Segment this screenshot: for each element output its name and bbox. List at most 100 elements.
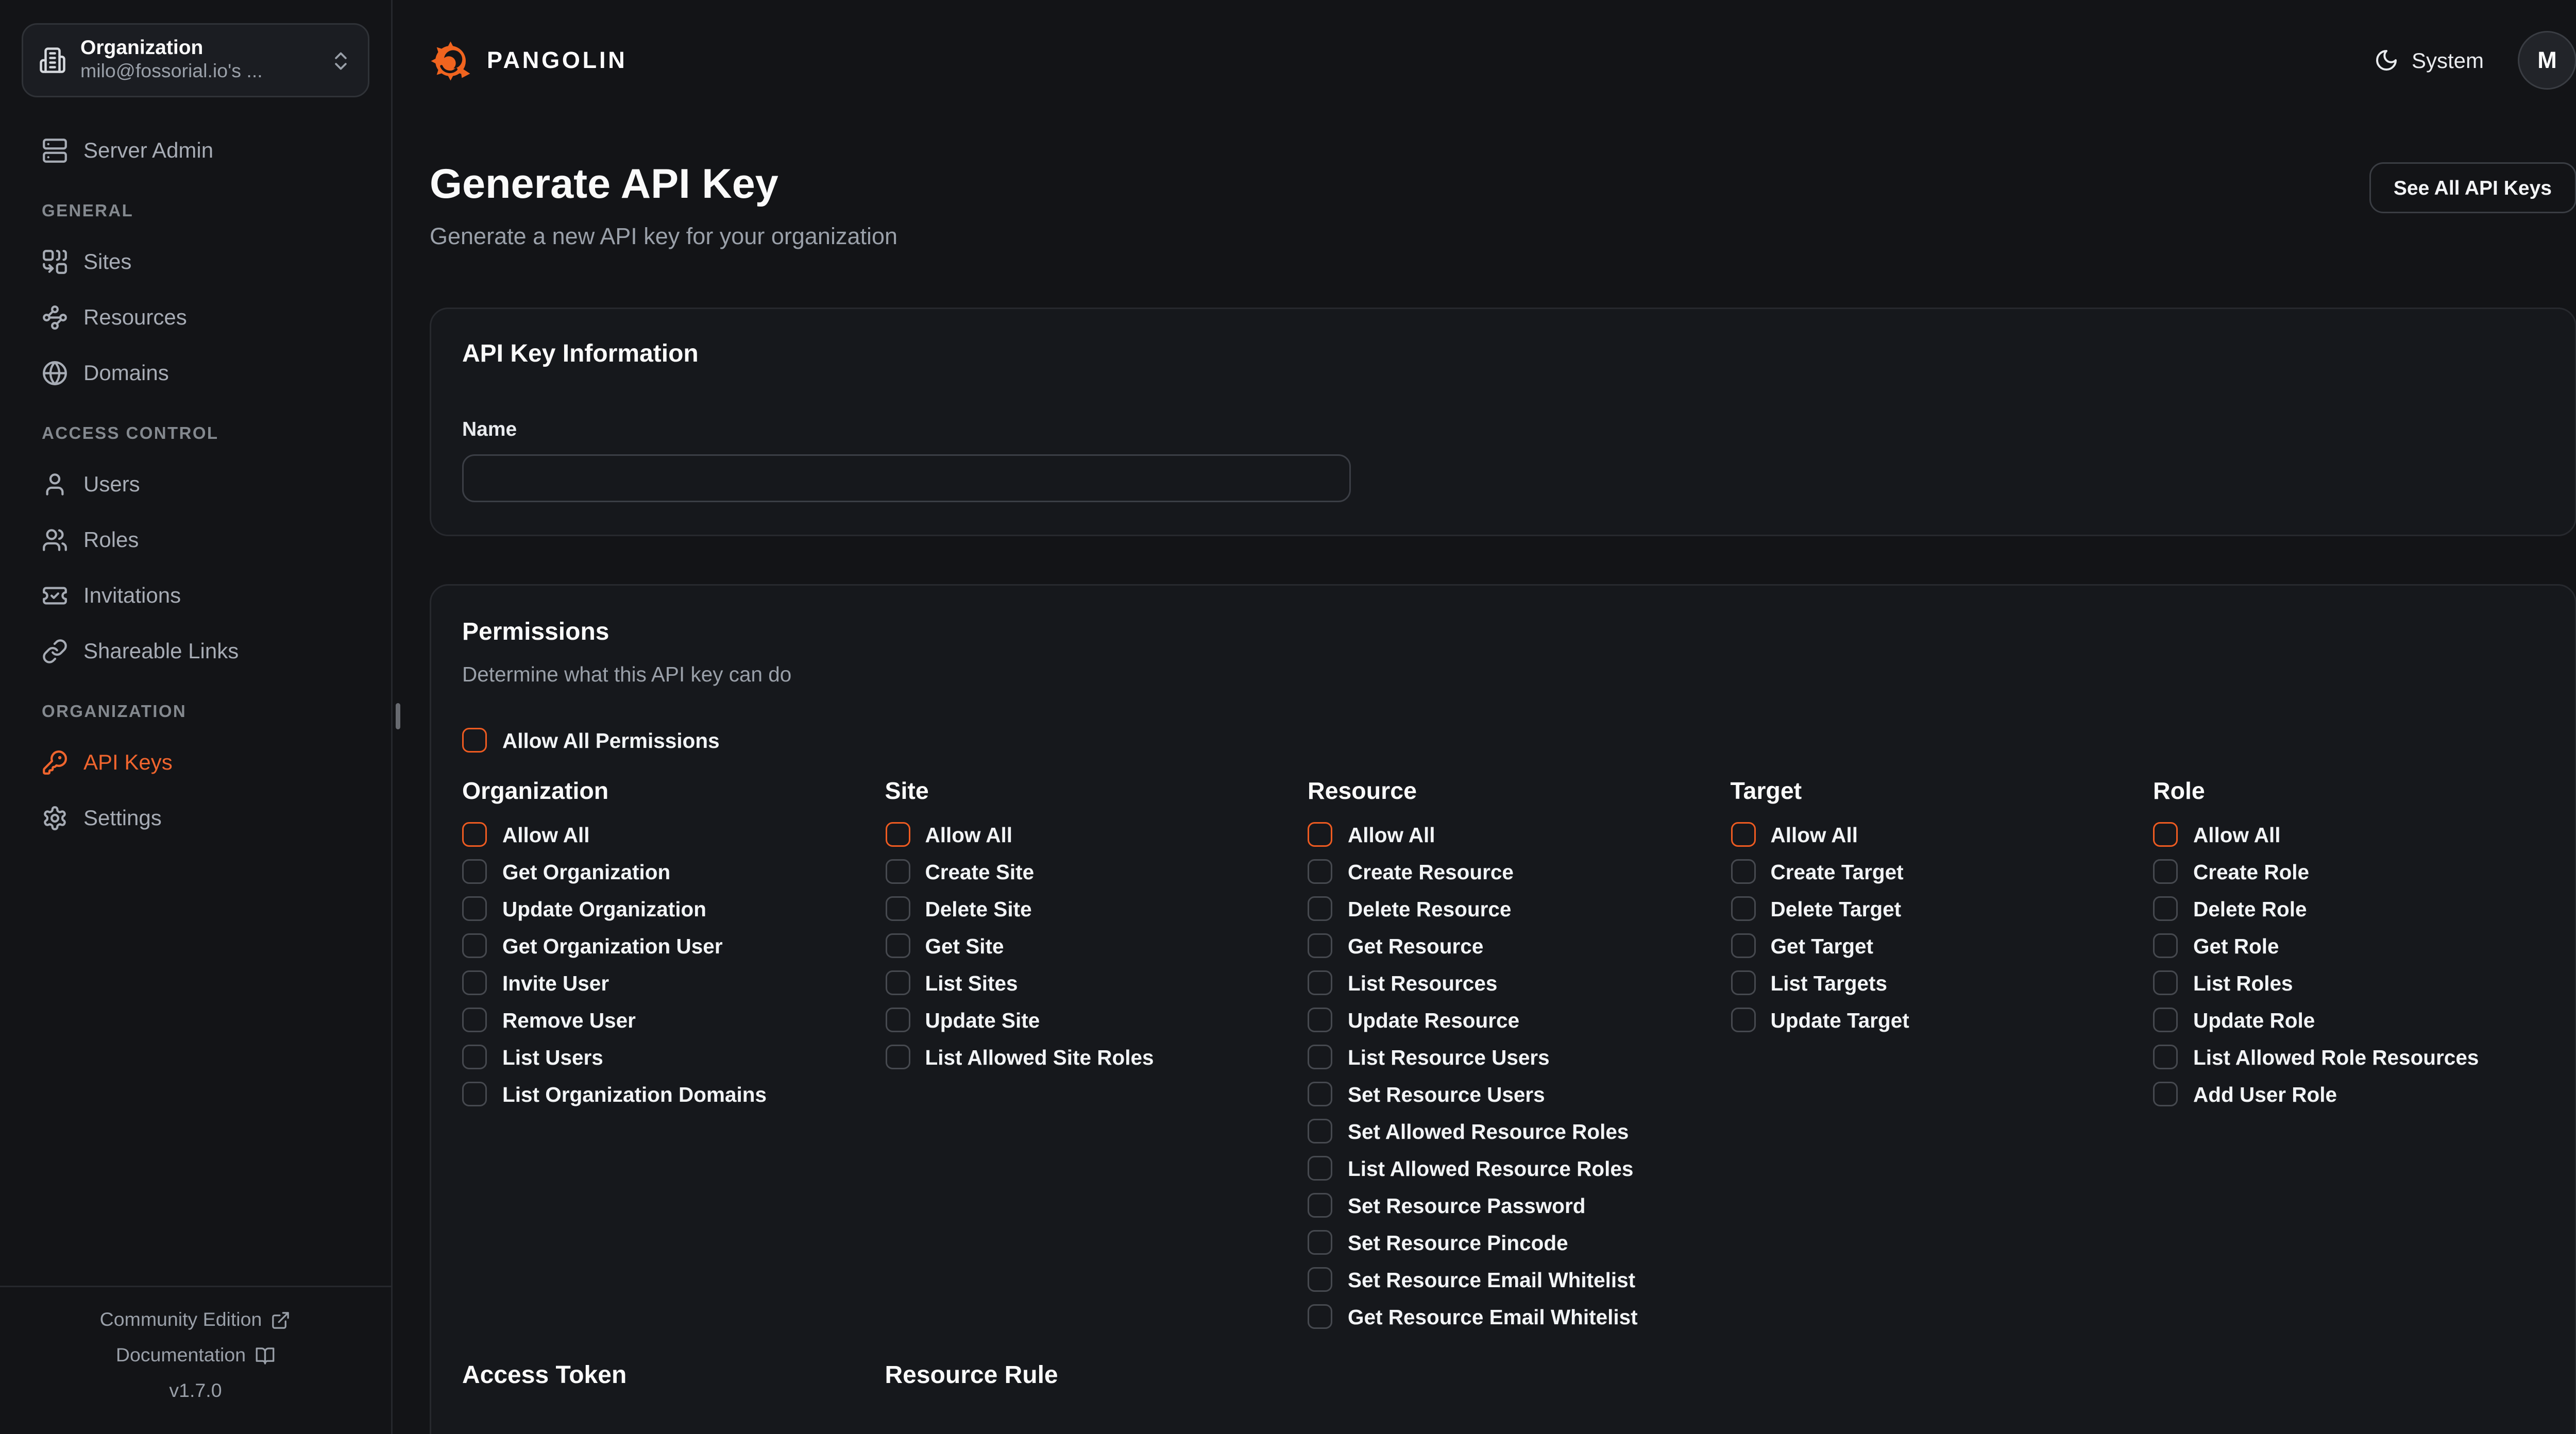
sidebar-item-label: Users <box>83 471 140 496</box>
sidebar-footer: Community Edition Documentation v1.7.0 <box>0 1286 391 1434</box>
checkbox-role-create-role[interactable] <box>2153 859 2178 884</box>
permission-row-resource-create-resource: Create Resource <box>1308 859 1731 884</box>
allow-all-permissions-checkbox[interactable] <box>462 728 487 753</box>
permission-row-site-update-site: Update Site <box>885 1008 1308 1032</box>
checkbox-resource-allow-all[interactable] <box>1308 822 1332 847</box>
checkbox-organization-get-organization[interactable] <box>462 859 487 884</box>
permission-row-resource-get-resource: Get Resource <box>1308 933 1731 958</box>
permission-row-site-create-site: Create Site <box>885 859 1308 884</box>
sidebar-item-label: Resources <box>83 304 187 329</box>
checkbox-site-get-site[interactable] <box>885 933 910 958</box>
checkbox-organization-list-organization-domains[interactable] <box>462 1082 487 1106</box>
permission-label: List Targets <box>1771 971 1888 995</box>
sidebar-section-label: GENERAL <box>42 202 369 224</box>
permission-label: Set Resource Pincode <box>1348 1231 1568 1254</box>
permission-label: Create Resource <box>1348 860 1514 883</box>
permission-row-target-create-target: Create Target <box>1731 859 2154 884</box>
checkbox-role-list-allowed-role-resources[interactable] <box>2153 1045 2178 1069</box>
server-icon <box>42 137 68 163</box>
checkbox-role-get-role[interactable] <box>2153 933 2178 958</box>
permission-label: List Allowed Site Roles <box>925 1046 1154 1069</box>
permissions-title: Permissions <box>462 620 2544 647</box>
permission-row-resource-allow-all: Allow All <box>1308 822 1731 847</box>
sidebar-item-roles[interactable]: Roles <box>22 521 369 558</box>
permission-label: Get Organization <box>502 860 670 883</box>
checkbox-resource-delete-resource[interactable] <box>1308 896 1332 921</box>
section-title-access-token: Access Token <box>462 1363 885 1392</box>
permission-row-resource-get-resource-email-whitelist: Get Resource Email Whitelist <box>1308 1304 1731 1329</box>
permission-row-resource-update-resource: Update Resource <box>1308 1008 1731 1032</box>
checkbox-site-list-sites[interactable] <box>885 970 910 995</box>
documentation-link[interactable]: Documentation <box>0 1344 391 1366</box>
organization-switcher[interactable]: Organization milo@fossorial.io's ... <box>22 23 369 97</box>
ticket-icon <box>42 582 68 608</box>
permission-column-resource: ResourceAllow AllCreate ResourceDelete R… <box>1308 779 1731 1341</box>
checkbox-role-add-user-role[interactable] <box>2153 1082 2178 1106</box>
sidebar-item-label: Roles <box>83 527 139 552</box>
checkbox-resource-set-resource-users[interactable] <box>1308 1082 1332 1106</box>
checkbox-target-list-targets[interactable] <box>1731 970 1755 995</box>
page-subtitle: Generate a new API key for your organiza… <box>430 224 897 250</box>
name-input[interactable] <box>462 454 1351 502</box>
checkbox-resource-set-resource-email-whitelist[interactable] <box>1308 1267 1332 1292</box>
sidebar-resize-handle[interactable] <box>396 703 400 729</box>
checkbox-site-list-allowed-site-roles[interactable] <box>885 1045 910 1069</box>
checkbox-organization-invite-user[interactable] <box>462 970 487 995</box>
sidebar-item-invitations[interactable]: Invitations <box>22 576 369 613</box>
checkbox-resource-create-resource[interactable] <box>1308 859 1332 884</box>
permission-column-role: RoleAllow AllCreate RoleDelete RoleGet R… <box>2153 779 2544 1119</box>
checkbox-organization-get-organization-user[interactable] <box>462 933 487 958</box>
checkbox-target-update-target[interactable] <box>1731 1008 1755 1032</box>
checkbox-resource-set-resource-pincode[interactable] <box>1308 1230 1332 1255</box>
community-edition-link[interactable]: Community Edition <box>0 1309 391 1330</box>
sidebar-item-settings[interactable]: Settings <box>22 799 369 836</box>
checkbox-organization-remove-user[interactable] <box>462 1008 487 1032</box>
checkbox-site-update-site[interactable] <box>885 1008 910 1032</box>
permission-row-resource-list-resources: List Resources <box>1308 970 1731 995</box>
sidebar-item-shareable-links[interactable]: Shareable Links <box>22 632 369 669</box>
checkbox-target-allow-all[interactable] <box>1731 822 1755 847</box>
checkbox-site-allow-all[interactable] <box>885 822 910 847</box>
checkbox-resource-list-resources[interactable] <box>1308 970 1332 995</box>
permission-label: Allow All <box>502 823 590 846</box>
permission-column-title: Resource <box>1308 779 1731 808</box>
sidebar-item-resources[interactable]: Resources <box>22 298 369 335</box>
book-open-icon <box>255 1345 275 1365</box>
checkbox-role-update-role[interactable] <box>2153 1008 2178 1032</box>
checkbox-resource-list-resource-users[interactable] <box>1308 1045 1332 1069</box>
checkbox-organization-update-organization[interactable] <box>462 896 487 921</box>
sidebar-item-server-admin[interactable]: Server Admin <box>22 131 369 168</box>
user-icon <box>42 471 68 497</box>
checkbox-target-create-target[interactable] <box>1731 859 1755 884</box>
checkbox-organization-allow-all[interactable] <box>462 822 487 847</box>
checkbox-target-get-target[interactable] <box>1731 933 1755 958</box>
permission-row-organization-list-organization-domains: List Organization Domains <box>462 1082 885 1106</box>
checkbox-role-allow-all[interactable] <box>2153 822 2178 847</box>
checkbox-target-delete-target[interactable] <box>1731 896 1755 921</box>
permission-label: Update Resource <box>1348 1009 1519 1032</box>
chevrons-up-down-icon <box>329 49 352 72</box>
checkbox-resource-set-resource-password[interactable] <box>1308 1193 1332 1218</box>
checkbox-resource-set-allowed-resource-roles[interactable] <box>1308 1119 1332 1143</box>
permission-row-target-delete-target: Delete Target <box>1731 896 2154 921</box>
see-all-api-keys-button[interactable]: See All API Keys <box>2369 162 2576 213</box>
checkbox-organization-list-users[interactable] <box>462 1045 487 1069</box>
checkbox-resource-update-resource[interactable] <box>1308 1008 1332 1032</box>
checkbox-role-delete-role[interactable] <box>2153 896 2178 921</box>
checkbox-site-delete-site[interactable] <box>885 896 910 921</box>
sidebar-item-users[interactable]: Users <box>22 465 369 502</box>
sidebar: Organization milo@fossorial.io's ... Ser… <box>0 0 393 1434</box>
checkbox-role-list-roles[interactable] <box>2153 970 2178 995</box>
checkbox-resource-get-resource-email-whitelist[interactable] <box>1308 1304 1332 1329</box>
permission-row-organization-update-organization: Update Organization <box>462 896 885 921</box>
permission-row-target-allow-all: Allow All <box>1731 822 2154 847</box>
sidebar-item-domains[interactable]: Domains <box>22 354 369 391</box>
user-avatar[interactable]: M <box>2518 31 2576 90</box>
theme-toggle[interactable]: System <box>2375 48 2484 73</box>
checkbox-resource-get-resource[interactable] <box>1308 933 1332 958</box>
permission-label: Invite User <box>502 971 609 995</box>
checkbox-resource-list-allowed-resource-roles[interactable] <box>1308 1156 1332 1181</box>
sidebar-item-sites[interactable]: Sites <box>22 243 369 280</box>
sidebar-item-api-keys[interactable]: API Keys <box>22 743 369 780</box>
checkbox-site-create-site[interactable] <box>885 859 910 884</box>
